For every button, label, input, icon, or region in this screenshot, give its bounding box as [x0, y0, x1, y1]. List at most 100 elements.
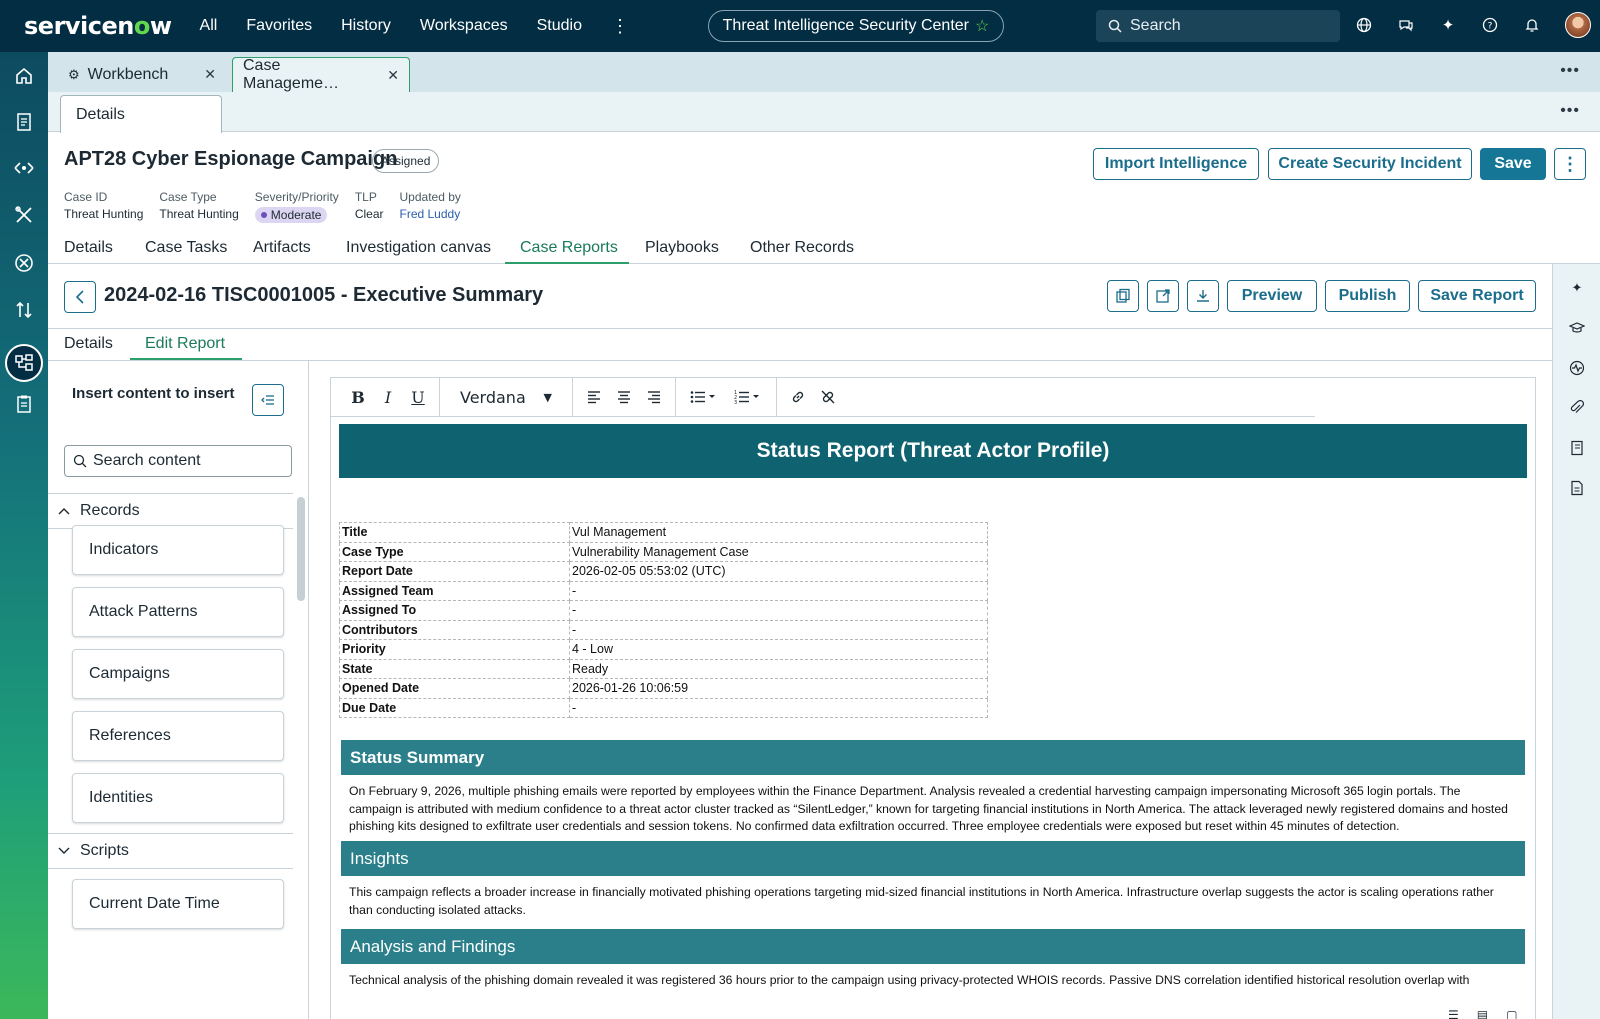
insights-text: This campaign reflects a broader increas…: [349, 885, 1494, 917]
download-icon[interactable]: [1187, 280, 1219, 312]
connections-icon[interactable]: [12, 156, 36, 180]
record-fields: Case ID Threat Hunting Case Type Threat Hu…: [64, 190, 461, 223]
graduation-cap-icon[interactable]: [1569, 320, 1585, 336]
bold-icon[interactable]: B: [343, 382, 373, 412]
tab-case-tasks[interactable]: Case Tasks: [145, 239, 227, 257]
close-icon[interactable]: ✕: [387, 67, 399, 84]
align-center-icon[interactable]: [609, 382, 639, 412]
close-icon[interactable]: ✕: [204, 66, 216, 83]
editor-status-icons: ☰ ▤ ▢: [1448, 1008, 1517, 1019]
tab-investigation-canvas[interactable]: Investigation canvas: [346, 239, 491, 257]
numbered-list-icon[interactable]: 123: [726, 382, 770, 412]
list-icon[interactable]: [12, 110, 36, 134]
underline-icon[interactable]: U: [403, 382, 433, 412]
sort-icon[interactable]: [12, 298, 36, 322]
save-button[interactable]: Save: [1480, 148, 1546, 180]
globe-icon[interactable]: [1355, 16, 1373, 34]
publish-button[interactable]: Publish: [1325, 280, 1410, 312]
font-family-select[interactable]: Verdana ▼: [446, 388, 566, 407]
nav-all[interactable]: All: [200, 17, 218, 35]
more-options-icon[interactable]: •••: [1560, 102, 1580, 120]
home-icon[interactable]: [12, 64, 36, 88]
more-actions-icon[interactable]: ⋮: [1554, 148, 1586, 180]
security-operations-icon[interactable]: [12, 251, 36, 275]
align-right-icon[interactable]: [639, 382, 669, 412]
tools-icon[interactable]: [12, 203, 36, 227]
records-label: Records: [80, 502, 140, 519]
tab-playbooks[interactable]: Playbooks: [645, 239, 719, 257]
unlink-icon[interactable]: [813, 382, 843, 412]
scripts-section-header[interactable]: Scripts: [48, 833, 293, 869]
split-view-icon[interactable]: ▤: [1477, 1008, 1488, 1019]
more-menu-icon[interactable]: ⋮: [611, 16, 629, 37]
bell-icon[interactable]: [1523, 16, 1541, 34]
copy-icon[interactable]: [1107, 280, 1139, 312]
help-icon[interactable]: ?: [1481, 16, 1499, 34]
save-report-button[interactable]: Save Report: [1418, 280, 1536, 312]
insert-current-date-time[interactable]: Current Date Time: [72, 879, 284, 929]
subtab-details[interactable]: Details: [60, 95, 222, 133]
workspace-tab-strip: ⚙ Workbench ✕ Case Manageme… ✕ •••: [48, 52, 1600, 92]
nav-studio[interactable]: Studio: [537, 17, 582, 35]
bullet-list-icon[interactable]: [682, 382, 726, 412]
tab-report-details[interactable]: Details: [64, 335, 113, 353]
collapse-panel-button[interactable]: [252, 384, 284, 416]
tab-case-management[interactable]: Case Manageme… ✕: [232, 57, 410, 92]
tab-case-reports[interactable]: Case Reports: [520, 239, 618, 257]
toolbar-divider: [675, 378, 676, 416]
insert-identities[interactable]: Identities: [72, 773, 284, 823]
preview-button[interactable]: Preview: [1227, 280, 1317, 312]
tab-edit-report[interactable]: Edit Report: [145, 335, 225, 353]
servicenow-logo[interactable]: servicenow: [24, 12, 172, 40]
lines-icon[interactable]: ☰: [1448, 1008, 1459, 1019]
chat-icon[interactable]: [1397, 16, 1415, 34]
favorite-star-icon[interactable]: ☆: [975, 16, 989, 36]
insert-attack-patterns[interactable]: Attack Patterns: [72, 587, 284, 637]
link-icon[interactable]: [783, 382, 813, 412]
back-button[interactable]: [64, 281, 96, 313]
tab-artifacts[interactable]: Artifacts: [253, 239, 311, 257]
content-search-input[interactable]: Search content: [64, 445, 292, 477]
workflow-icon[interactable]: [12, 351, 36, 375]
create-security-incident-button[interactable]: Create Security Incident: [1268, 148, 1472, 180]
severity-pill: Moderate: [254, 207, 328, 223]
user-avatar[interactable]: [1565, 12, 1591, 38]
book-icon[interactable]: [1569, 440, 1585, 456]
italic-icon[interactable]: I: [373, 382, 403, 412]
clipboard-icon[interactable]: [12, 392, 36, 416]
logo-o: o: [133, 12, 151, 40]
import-intelligence-button[interactable]: Import Intelligence: [1093, 148, 1259, 180]
nav-history[interactable]: History: [341, 17, 391, 35]
updated-by-link[interactable]: Fred Luddy: [400, 207, 461, 221]
align-left-icon[interactable]: [579, 382, 609, 412]
table-row: Priority 4 - Low: [339, 639, 988, 660]
global-search[interactable]: Search: [1096, 10, 1340, 42]
tab-other-records[interactable]: Other Records: [750, 239, 854, 257]
records-section-header[interactable]: Records: [48, 493, 293, 529]
tab-workbench[interactable]: ⚙ Workbench ✕: [58, 57, 226, 92]
panel-scrollbar[interactable]: [297, 497, 305, 601]
meta-value: 2026-02-05 05:53:02 (UTC): [569, 561, 988, 582]
meta-value: 2026-01-26 10:06:59: [569, 678, 988, 699]
document-icon[interactable]: [1569, 480, 1585, 496]
field-label: Case ID: [64, 190, 108, 204]
share-icon[interactable]: [1147, 280, 1179, 312]
nav-workspaces[interactable]: Workspaces: [420, 17, 508, 35]
tab-details[interactable]: Details: [64, 239, 113, 257]
insert-references[interactable]: References: [72, 711, 284, 761]
sparkle-icon[interactable]: ✦: [1439, 16, 1457, 34]
field-label: Severity/Priority: [254, 190, 339, 204]
insert-indicators[interactable]: Indicators: [72, 525, 284, 575]
panel-view-icon[interactable]: ▢: [1506, 1008, 1517, 1019]
chevron-up-icon: [58, 508, 70, 515]
attachment-icon[interactable]: [1569, 400, 1585, 416]
report-document[interactable]: Status Report (Threat Actor Profile) Tit…: [339, 424, 1527, 990]
app-scope-pill[interactable]: Threat Intelligence Security Center ☆: [708, 10, 1004, 42]
more-options-icon[interactable]: •••: [1560, 62, 1580, 80]
activity-icon[interactable]: [1569, 360, 1585, 376]
report-heading: Status Report (Threat Actor Profile): [339, 424, 1527, 478]
search-placeholder: Search content: [93, 452, 201, 469]
nav-favorites[interactable]: Favorites: [246, 17, 312, 35]
sparkle-icon[interactable]: ✦: [1569, 280, 1585, 296]
insert-campaigns[interactable]: Campaigns: [72, 649, 284, 699]
